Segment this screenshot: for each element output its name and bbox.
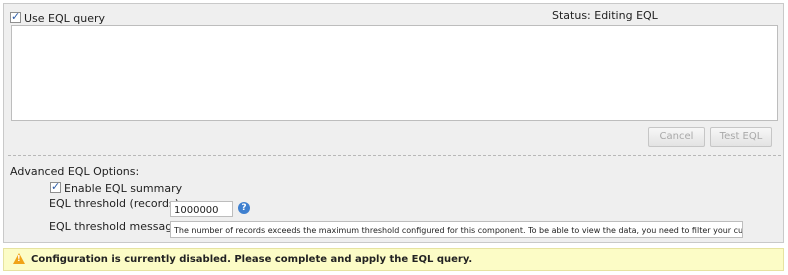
use-eql-label: Use EQL query — [24, 12, 106, 25]
threshold-input[interactable]: 1000000 — [170, 201, 233, 217]
status-text: Status: Editing EQL — [552, 9, 658, 22]
use-eql-checkbox[interactable] — [10, 10, 21, 23]
warning-banner: Configuration is currently disabled. Ple… — [3, 248, 784, 271]
threshold-message-input[interactable]: The number of records exceeds the maximu… — [170, 221, 743, 238]
threshold-label: EQL threshold (records): — [49, 197, 183, 210]
enable-summary-label: Enable EQL summary — [64, 182, 183, 195]
eql-query-editor[interactable] — [11, 25, 778, 121]
advanced-options-title: Advanced EQL Options: — [10, 165, 140, 178]
warning-icon — [13, 253, 25, 264]
eql-panel: Use EQL query Status: Editing EQL Cancel… — [3, 3, 784, 243]
help-icon[interactable]: ? — [238, 202, 250, 214]
threshold-message-label: EQL threshold message: — [49, 220, 183, 233]
use-eql-option[interactable]: Use EQL query — [10, 10, 106, 25]
warning-text: Configuration is currently disabled. Ple… — [31, 254, 473, 265]
enable-summary-checkbox[interactable] — [50, 180, 61, 193]
cancel-button[interactable]: Cancel — [648, 127, 705, 147]
test-eql-button[interactable]: Test EQL — [710, 127, 772, 147]
section-divider — [8, 155, 781, 156]
enable-summary-option[interactable]: Enable EQL summary — [50, 180, 183, 195]
